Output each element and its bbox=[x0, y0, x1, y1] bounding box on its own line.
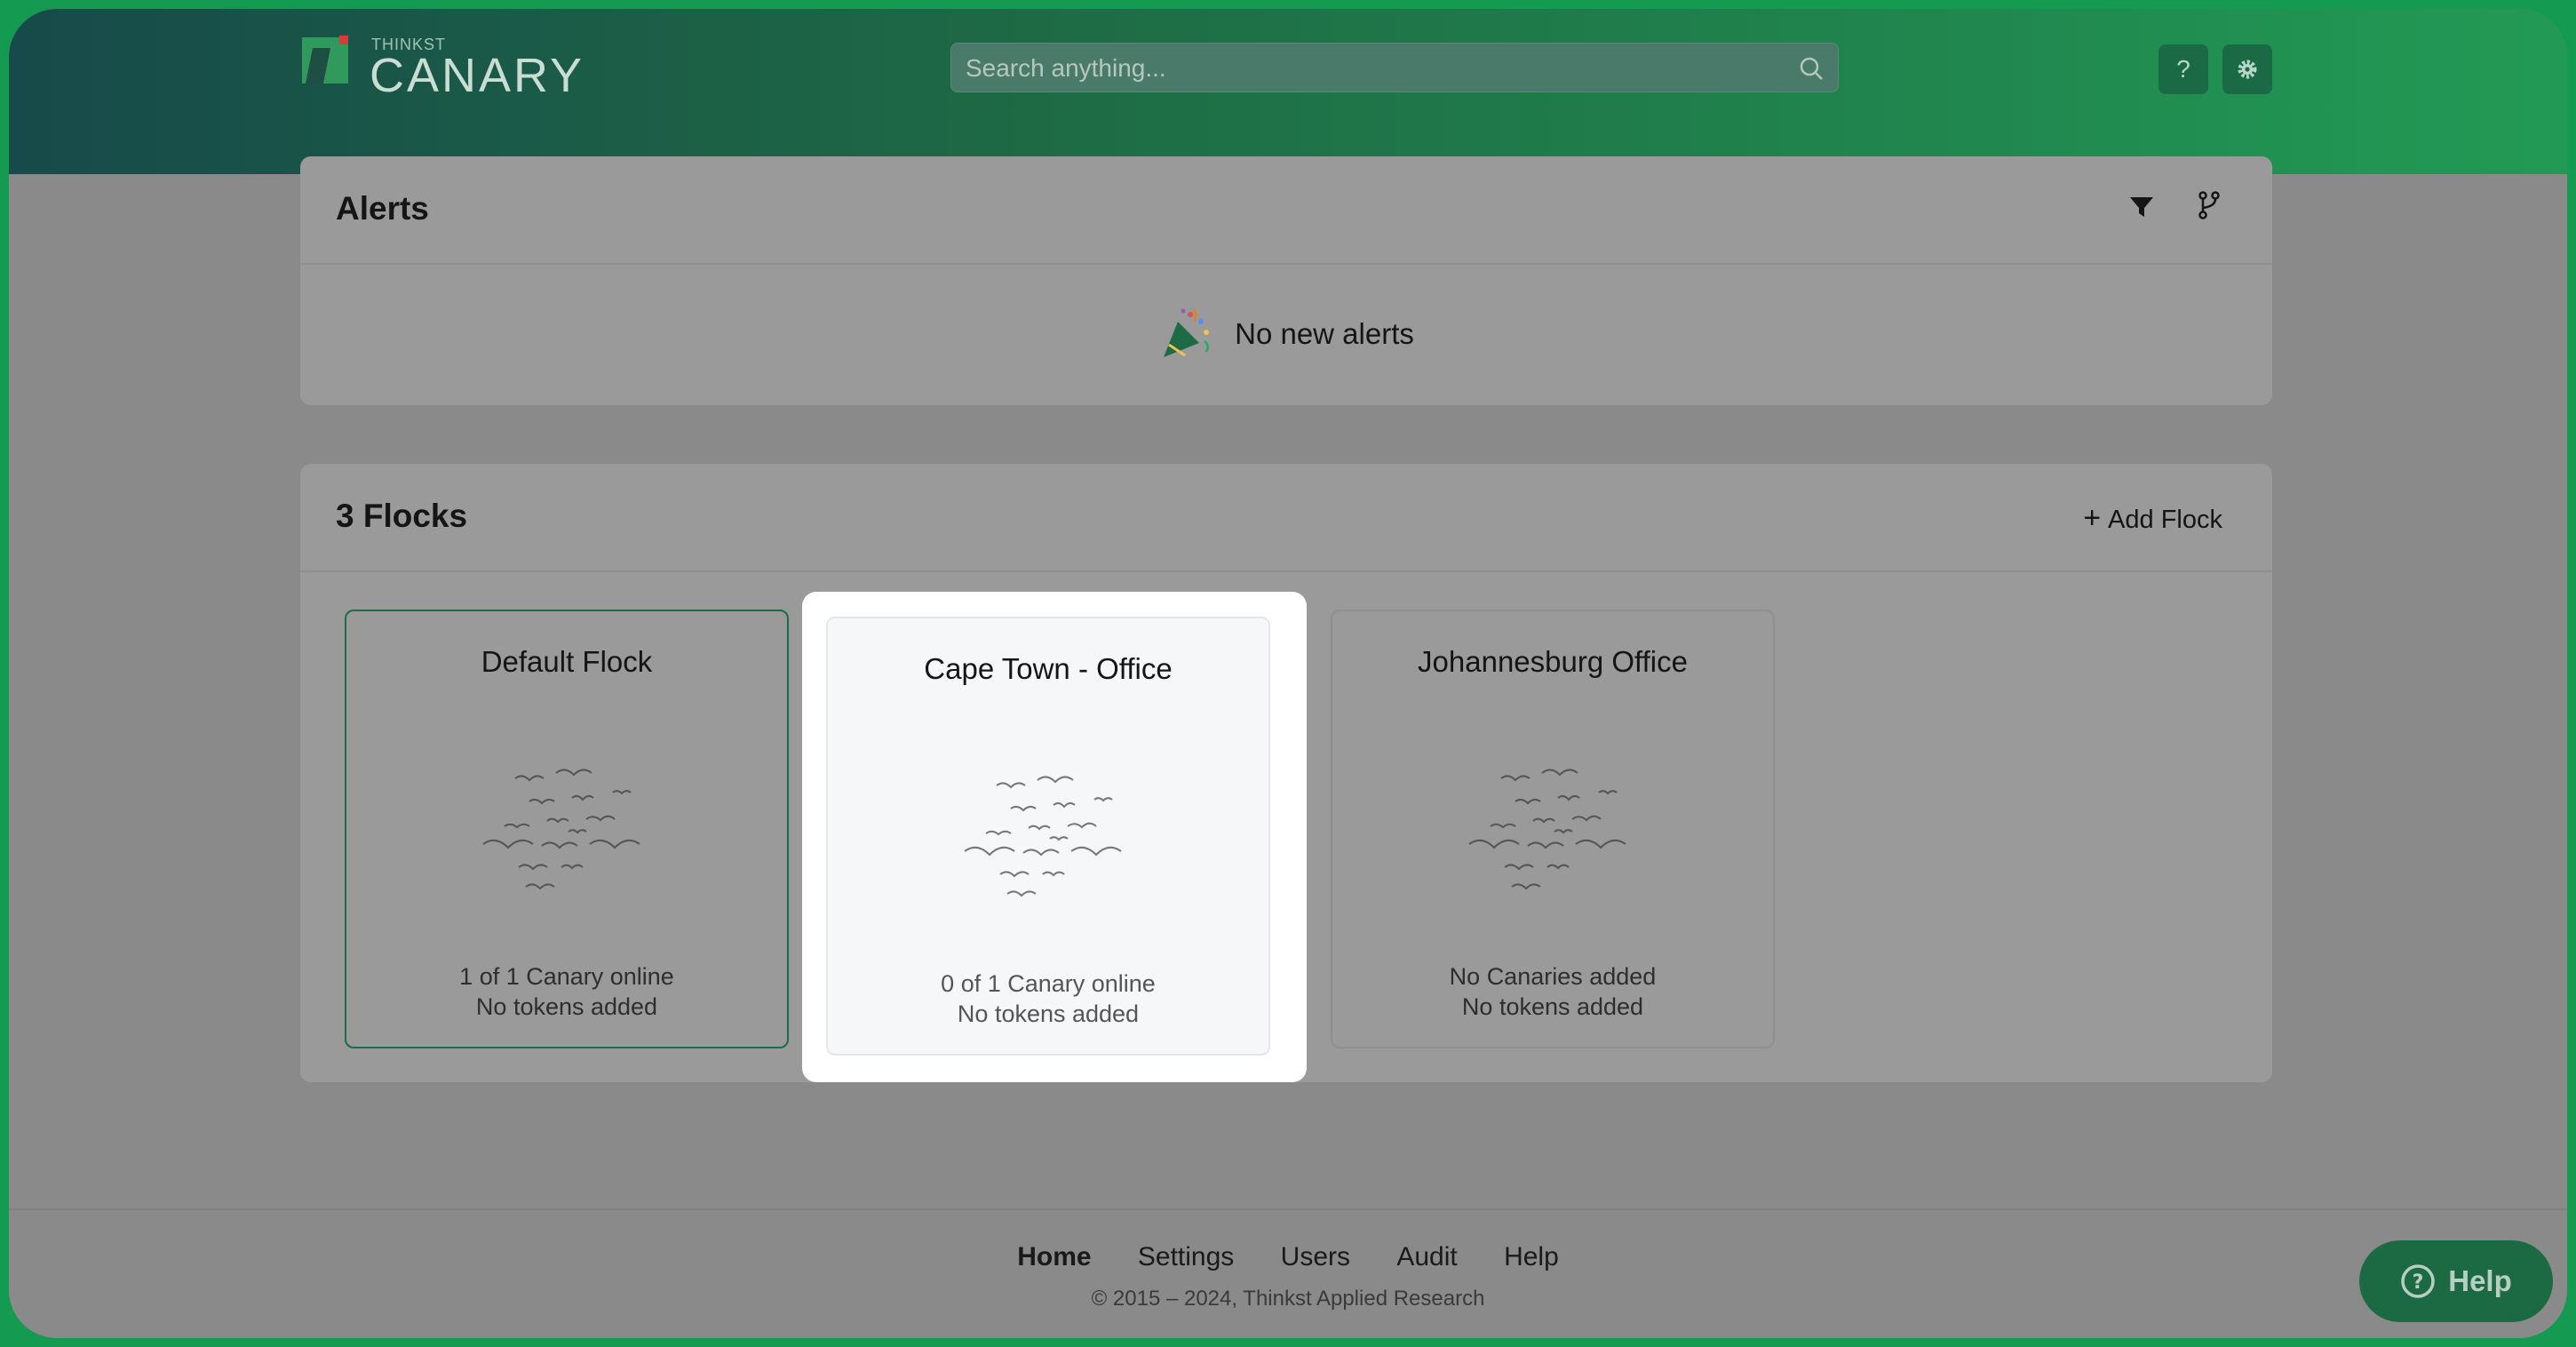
birds-icon bbox=[1468, 769, 1626, 890]
flock-status: No Canaries added bbox=[1449, 963, 1657, 990]
flock-name: Default Flock bbox=[481, 645, 653, 678]
footer-link-settings[interactable]: Settings bbox=[1138, 1242, 1234, 1271]
spotlight-highlight: Cape Town - Office 0 of 1 Canary online … bbox=[802, 592, 1307, 1082]
flock-name: Cape Town - Office bbox=[924, 652, 1173, 685]
flock-tokens: No tokens added bbox=[475, 993, 658, 1020]
logo-big-text: CANARY bbox=[370, 49, 585, 102]
party-popper-icon bbox=[1164, 308, 1210, 357]
flock-card-cape-town[interactable]: Cape Town - Office 0 of 1 Canary online … bbox=[826, 617, 1270, 1056]
canary-logo-icon bbox=[302, 36, 348, 84]
flock-status: 1 of 1 Canary online bbox=[459, 963, 674, 990]
svg-text:?: ? bbox=[2413, 1271, 2424, 1294]
flock-tokens: No tokens added bbox=[1461, 993, 1644, 1020]
alerts-title: Alerts bbox=[336, 190, 429, 227]
add-flock-button[interactable]: + Add Flock bbox=[2083, 501, 2222, 536]
birds-icon bbox=[482, 769, 640, 890]
flocks-title: 3 Flocks bbox=[336, 498, 468, 534]
plus-icon: + bbox=[2083, 501, 2102, 535]
add-flock-label: Add Flock bbox=[2108, 506, 2222, 534]
branch-icon[interactable] bbox=[2196, 190, 2222, 220]
search-icon[interactable] bbox=[1799, 56, 1824, 81]
app-window: THINKST CANARY ? Alerts bbox=[9, 9, 2567, 1338]
alerts-empty-state: No new alerts bbox=[300, 263, 2272, 405]
flock-name: Johannesburg Office bbox=[1418, 645, 1688, 678]
flock-tokens: No tokens added bbox=[957, 1000, 1140, 1027]
flocks-header: 3 Flocks + Add Flock bbox=[300, 464, 2272, 572]
help-widget-button[interactable]: ? Help bbox=[2359, 1240, 2553, 1322]
help-icon: ? bbox=[2176, 55, 2190, 83]
birds-icon bbox=[964, 776, 1122, 897]
question-circle-icon: ? bbox=[2401, 1264, 2435, 1298]
flock-card-default[interactable]: Default Flock 1 of 1 Canary online No to… bbox=[345, 610, 789, 1048]
canary-logo[interactable]: THINKST CANARY bbox=[300, 28, 638, 102]
help-widget-label: Help bbox=[2448, 1264, 2512, 1297]
flock-status: 0 of 1 Canary online bbox=[941, 970, 1156, 997]
footer-link-audit[interactable]: Audit bbox=[1396, 1242, 1457, 1271]
top-header: THINKST CANARY ? bbox=[9, 9, 2567, 174]
help-button[interactable]: ? bbox=[2159, 44, 2208, 94]
no-alerts-text: No new alerts bbox=[1235, 317, 1414, 350]
filter-icon[interactable] bbox=[2128, 194, 2155, 220]
flock-card-johannesburg[interactable]: Johannesburg Office No Canaries added No… bbox=[1331, 610, 1775, 1048]
footer: Home Settings Users Audit Help © 2015 – … bbox=[9, 1208, 2567, 1311]
alerts-card: Alerts No new alerts bbox=[300, 156, 2272, 405]
settings-button[interactable] bbox=[2222, 44, 2272, 94]
footer-link-home[interactable]: Home bbox=[1017, 1242, 1091, 1271]
alerts-header: Alerts bbox=[300, 156, 2272, 265]
search-bar bbox=[950, 43, 1839, 93]
footer-link-users[interactable]: Users bbox=[1281, 1242, 1350, 1271]
gear-icon bbox=[2238, 60, 2257, 79]
search-input[interactable] bbox=[964, 44, 1785, 93]
footer-link-help[interactable]: Help bbox=[1504, 1242, 1559, 1271]
footer-nav: Home Settings Users Audit Help bbox=[9, 1242, 2567, 1272]
copyright-text: © 2015 – 2024, Thinkst Applied Research bbox=[1091, 1287, 1485, 1311]
